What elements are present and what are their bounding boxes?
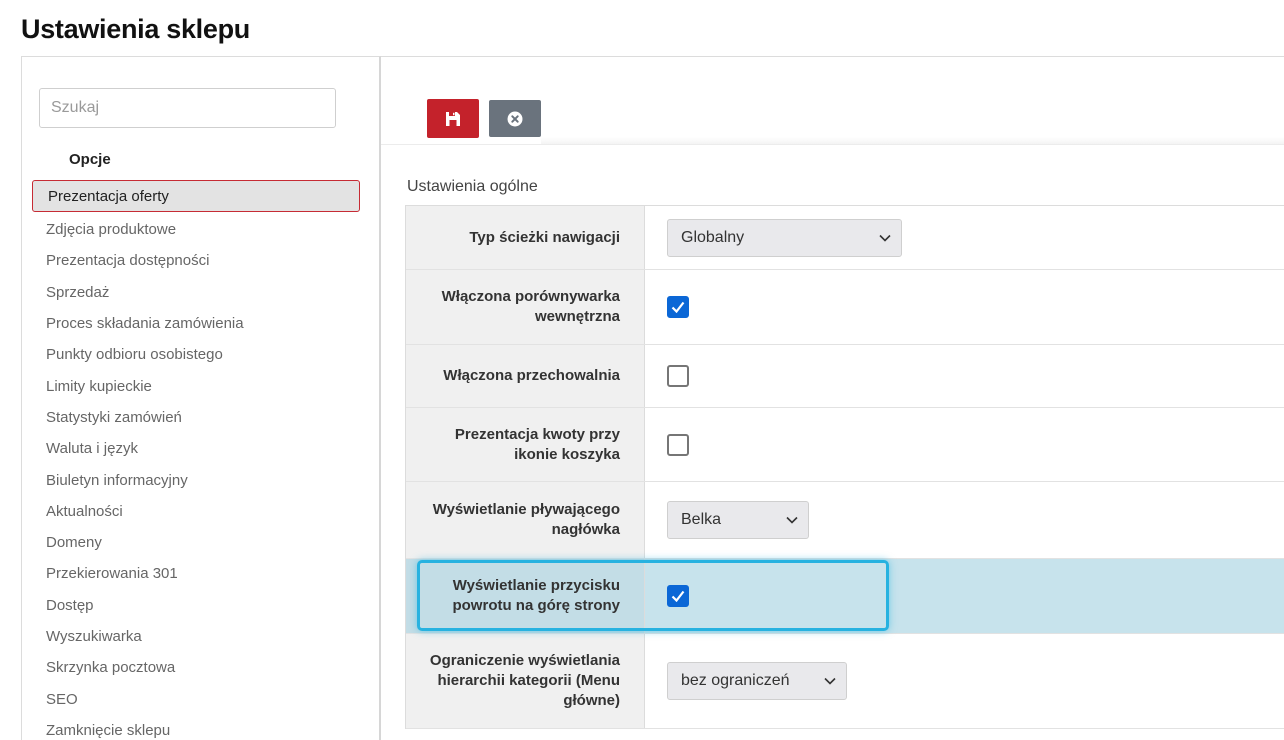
cancel-button[interactable] (489, 100, 541, 137)
settings-row-hierarchia-kategorii: Ograniczenie wyświetlania hierarchii kat… (406, 634, 1284, 729)
sidebar-item-seo[interactable]: SEO (32, 683, 360, 714)
cart-amount-checkbox[interactable] (667, 433, 689, 456)
settings-row-plywajacy-naglowek: Wyświetlanie pływającego nagłówka Belka (406, 482, 1284, 559)
main-panel: Ustawienia ogólne Typ ścieżki nawigacji … (381, 56, 1284, 740)
close-circle-icon (507, 111, 523, 126)
sidebar-item-prezentacja-oferty[interactable]: Prezentacja oferty (32, 180, 360, 212)
checkmark-icon (671, 301, 685, 313)
setting-label: Typ ścieżki nawigacji (406, 206, 645, 269)
checkmark-icon (671, 590, 685, 602)
sidebar-item-biuletyn-informacyjny[interactable]: Biuletyn informacyjny (32, 464, 360, 495)
sidebar-item-aktualnosci[interactable]: Aktualności (32, 496, 360, 527)
back-to-top-checkbox[interactable] (667, 585, 689, 607)
search-input[interactable] (39, 88, 336, 128)
select-value: Globalny (681, 228, 745, 246)
sidebar-item-zdjecia-produktowe[interactable]: Zdjęcia produktowe (32, 214, 360, 245)
settings-row-przechowalnia: Włączona przechowalnia (406, 345, 1284, 408)
chevron-down-icon (824, 675, 836, 687)
select-value: bez ograniczeń (681, 672, 790, 689)
settings-row-kwota-koszyka: Prezentacja kwoty przy ikonie koszyka (406, 408, 1284, 482)
sidebar-item-domeny[interactable]: Domeny (32, 527, 360, 558)
page-title: Ustawienia sklepu (21, 14, 250, 44)
settings-row-porownywarka: Włączona porównywarka wewnętrzna (406, 270, 1284, 345)
sidebar-item-zamkniecie-sklepu[interactable]: Zamknięcie sklepu (32, 715, 360, 740)
sidebar-nav: Prezentacja oferty Zdjęcia produktowe Pr… (32, 180, 360, 740)
sidebar-item-proces-skladania-zamowienia[interactable]: Proces składania zamówienia (32, 308, 360, 339)
chevron-down-icon (879, 232, 891, 244)
sidebar-item-dostep[interactable]: Dostęp (32, 590, 360, 621)
setting-label: Wyświetlanie przycisku powrotu na górę s… (406, 559, 645, 633)
save-button[interactable] (427, 99, 479, 138)
comparison-checkbox[interactable] (667, 296, 689, 318)
select-value: Belka (681, 511, 722, 528)
toolbar-shadow (541, 137, 1284, 144)
setting-label: Ograniczenie wyświetlania hierarchii kat… (406, 634, 645, 728)
chevron-down-icon (786, 514, 798, 526)
sidebar-item-skrzynka-pocztowa[interactable]: Skrzynka pocztowa (32, 652, 360, 683)
sidebar: Opcje Prezentacja oferty Zdjęcia produkt… (21, 56, 381, 740)
section-title: Ustawienia ogólne (407, 178, 538, 195)
settings-table: Typ ścieżki nawigacji Globalny Włączona … (405, 205, 1284, 729)
breadcrumb-type-select[interactable]: Globalny (667, 218, 902, 257)
sidebar-item-punkty-odbioru[interactable]: Punkty odbioru osobistego (32, 339, 360, 370)
setting-label: Wyświetlanie pływającego nagłówka (406, 482, 645, 558)
settings-row-typ-sciezki: Typ ścieżki nawigacji Globalny (406, 206, 1284, 270)
floating-header-select[interactable]: Belka (667, 501, 809, 539)
setting-label: Włączona przechowalnia (406, 345, 645, 407)
sidebar-item-limity-kupieckie[interactable]: Limity kupieckie (32, 370, 360, 401)
sidebar-item-statystyki-zamowien[interactable]: Statystyki zamówień (32, 402, 360, 433)
settings-row-przycisk-powrotu: Wyświetlanie przycisku powrotu na górę s… (406, 559, 1284, 634)
storage-checkbox[interactable] (667, 365, 689, 387)
sidebar-item-sprzedaz[interactable]: Sprzedaż (32, 277, 360, 308)
toolbar-divider (381, 144, 1284, 145)
setting-label: Włączona porównywarka wewnętrzna (406, 270, 645, 344)
sidebar-item-prezentacja-dostepnosci[interactable]: Prezentacja dostępności (32, 245, 360, 276)
category-hierarchy-select[interactable]: bez ograniczeń (667, 662, 847, 700)
sidebar-item-waluta-i-jezyk[interactable]: Waluta i język (32, 433, 360, 464)
setting-label: Prezentacja kwoty przy ikonie koszyka (406, 408, 645, 481)
sidebar-item-przekierowania-301[interactable]: Przekierowania 301 (32, 558, 360, 589)
floppy-disk-icon (446, 111, 460, 126)
sidebar-heading: Opcje (69, 151, 111, 168)
sidebar-item-wyszukiwarka[interactable]: Wyszukiwarka (32, 621, 360, 652)
